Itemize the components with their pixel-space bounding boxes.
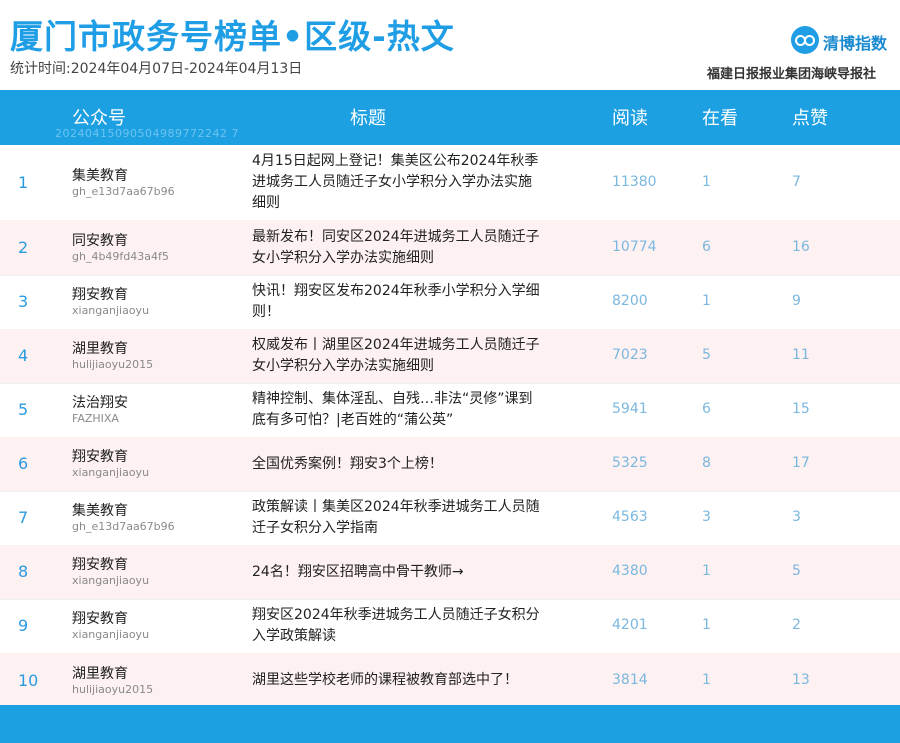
article-title[interactable]: 湖里这些学校老师的课程被教育部选中了！ xyxy=(252,670,542,691)
publisher-name: 福建日报报业集团海峡导报社 xyxy=(706,67,876,82)
read-count: 3814 xyxy=(612,671,648,688)
column-likes: 点赞 xyxy=(792,108,828,129)
column-reads: 阅读 xyxy=(612,108,648,129)
looking-count: 1 xyxy=(702,293,711,309)
account-name: 翔安教育 xyxy=(72,287,128,303)
article-title[interactable]: 24名！翔安区招聘高中骨干教师→ xyxy=(252,562,542,583)
looking-count: 1 xyxy=(702,173,711,190)
looking-count: 6 xyxy=(702,401,711,417)
like-count: 3 xyxy=(792,509,801,525)
table-row[interactable]: 7 集美教育 gh_e13d7aa67b96 政策解读丨集美区2024年秋季进城务工人… xyxy=(0,491,900,546)
account-name: 湖里教育 xyxy=(72,665,128,682)
row-rank: 1 xyxy=(18,172,29,192)
row-rank: 10 xyxy=(18,670,39,690)
looking-count: 8 xyxy=(702,455,711,471)
table-header: 公众号 标题 阅读 在看 点赞 20240415090504989772242 … xyxy=(0,90,900,145)
account-name: 湖里教育 xyxy=(72,341,128,357)
statistics-period: 统计时间:2024年04月07日-2024年04月13日 xyxy=(10,61,303,77)
table-row[interactable]: 3 翔安教育 xianganjiaoyu 快讯！翔安区发布2024年秋季小学积分入学细… xyxy=(0,275,900,330)
account-id: xianganjiaoyu xyxy=(72,574,150,587)
article-title[interactable]: 权威发布丨湖里区2024年进城务工人员随迁子女小学积分入学办法实施细则 xyxy=(252,335,542,377)
column-looking: 在看 xyxy=(702,108,738,129)
read-count: 4201 xyxy=(612,617,648,633)
qingbo-logo-icon xyxy=(791,26,819,54)
article-title[interactable]: 最新发布！同安区2024年进城务工人员随迁子女小学积分入学办法实施细则 xyxy=(252,227,542,269)
account-name: 翔安教育 xyxy=(72,557,128,573)
looking-count: 6 xyxy=(702,238,711,255)
like-count: 9 xyxy=(792,293,801,309)
table-row[interactable]: 9 翔安教育 xianganjiaoyu 翔安区2024年秋季进城务工人员随迁子女积分… xyxy=(0,599,900,654)
account-id: gh_e13d7aa67b96 xyxy=(72,520,175,533)
account-id: xianganjiaoyu xyxy=(72,466,150,479)
row-rank: 8 xyxy=(18,562,29,581)
article-title[interactable]: 快讯！翔安区发布2024年秋季小学积分入学细则！ xyxy=(252,281,542,323)
table-header-id: 20240415090504989772242 7 xyxy=(55,127,239,140)
account-name: 法治翔安 xyxy=(72,395,128,411)
account-id: hulijiaoyu2015 xyxy=(72,682,154,696)
row-rank: 2 xyxy=(18,237,29,257)
table-row[interactable]: 8 翔安教育 xianganjiaoyu 24名！翔安区招聘高中骨干教师→ 4380 1 5 xyxy=(0,545,900,600)
read-count: 5325 xyxy=(612,455,648,471)
account-id: FAZHIXA xyxy=(72,412,119,425)
read-count: 4563 xyxy=(612,509,648,525)
table-row[interactable]: 10 湖里教育 hulijiaoyu2015 湖里这些学校老师的课程被教育部选中了！ 3… xyxy=(0,653,900,709)
column-title: 标题 xyxy=(350,108,386,129)
article-title[interactable]: 翔安区2024年秋季进城务工人员随迁子女积分入学政策解读 xyxy=(252,605,542,647)
account-id: xianganjiaoyu xyxy=(72,628,150,641)
report-header: 厦门市政务号榜单•区级-热文 统计时间:2024年04月07日-2024年04月… xyxy=(0,0,900,90)
row-rank: 7 xyxy=(18,508,29,527)
table-row[interactable]: 4 湖里教育 hulijiaoyu2015 权威发布丨湖里区2024年进城务工人员随迁… xyxy=(0,329,900,384)
table-row[interactable]: 2 同安教育 gh_4b49fd43a4f5 最新发布！同安区2024年进城务工人员随… xyxy=(0,220,900,276)
logo-text: 清博指数 xyxy=(823,34,888,53)
like-count: 11 xyxy=(792,347,810,363)
account-id: hulijiaoyu2015 xyxy=(72,358,154,371)
qingbo-logo: 清博指数 xyxy=(791,26,887,54)
read-count: 8200 xyxy=(612,293,648,309)
table-row[interactable]: 1 集美教育 gh_e13d7aa67b96 4月15日起网上登记！集美区公布2024… xyxy=(0,145,900,221)
read-count: 4380 xyxy=(612,563,648,579)
article-title[interactable]: 4月15日起网上登记！集美区公布2024年秋季进城务工人员随迁子女小学积分入学办… xyxy=(252,151,542,214)
footer-bar xyxy=(0,705,900,743)
account-name: 翔安教育 xyxy=(72,449,128,465)
row-rank: 5 xyxy=(18,400,29,419)
table-row[interactable]: 5 法治翔安 FAZHIXA 精神控制、集体淫乱、自残…非法“灵修”课到底有多可怕？|… xyxy=(0,383,900,438)
account-id: gh_4b49fd43a4f5 xyxy=(72,249,169,263)
article-title[interactable]: 精神控制、集体淫乱、自残…非法“灵修”课到底有多可怕？|老百姓的“蒲公英” xyxy=(252,389,542,431)
row-rank: 9 xyxy=(18,616,29,635)
like-count: 15 xyxy=(792,401,810,417)
read-count: 5941 xyxy=(612,401,648,417)
account-name: 同安教育 xyxy=(72,232,128,249)
row-rank: 4 xyxy=(18,346,29,365)
article-title[interactable]: 政策解读丨集美区2024年秋季进城务工人员随迁子女积分入学指南 xyxy=(252,497,542,539)
looking-count: 3 xyxy=(702,509,711,525)
looking-count: 1 xyxy=(702,563,711,579)
row-rank: 3 xyxy=(18,292,29,311)
looking-count: 1 xyxy=(702,671,711,688)
like-count: 2 xyxy=(792,617,801,633)
read-count: 7023 xyxy=(612,347,648,363)
article-title[interactable]: 全国优秀案例！翔安3个上榜！ xyxy=(252,454,542,475)
table-row[interactable]: 6 翔安教育 xianganjiaoyu 全国优秀案例！翔安3个上榜！ 5325 8 17 xyxy=(0,437,900,492)
account-name: 集美教育 xyxy=(72,503,128,519)
read-count: 10774 xyxy=(612,238,657,255)
account-id: xianganjiaoyu xyxy=(72,304,150,317)
like-count: 16 xyxy=(792,238,810,255)
account-id: gh_e13d7aa67b96 xyxy=(72,184,175,198)
account-name: 翔安教育 xyxy=(72,611,128,627)
like-count: 5 xyxy=(792,563,801,579)
page-title: 厦门市政务号榜单•区级-热文 xyxy=(10,17,455,56)
row-rank: 6 xyxy=(18,454,29,473)
looking-count: 5 xyxy=(702,347,711,363)
account-name: 集美教育 xyxy=(72,167,128,184)
like-count: 7 xyxy=(792,173,801,190)
like-count: 17 xyxy=(792,455,810,471)
read-count: 11380 xyxy=(612,173,657,190)
looking-count: 1 xyxy=(702,617,711,633)
like-count: 13 xyxy=(792,671,810,688)
